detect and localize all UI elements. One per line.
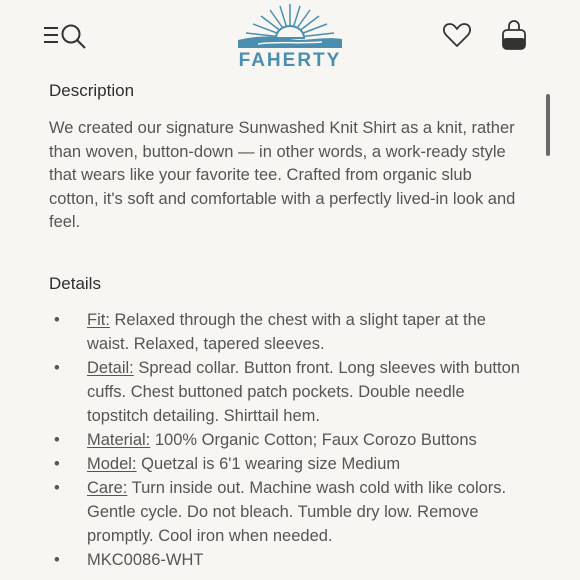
detail-item-material: • Material: 100% Organic Cotton; Faux Cor…	[49, 428, 529, 452]
bullet-icon: •	[54, 311, 60, 329]
menu-search-button[interactable]	[42, 22, 90, 50]
detail-item-detail: • Detail: Spread collar. Button front. Lo…	[49, 356, 529, 428]
description-heading: Description	[49, 81, 135, 100]
menu-icon[interactable]	[44, 27, 58, 43]
detail-label: Model:	[87, 455, 137, 473]
detail-item-model: • Model: Quetzal is 6'1 wearing size Medi…	[49, 452, 529, 476]
brand-name: FAHERTY	[238, 50, 342, 71]
detail-text: Relaxed through the chest with a slight …	[87, 311, 486, 353]
heart-icon[interactable]	[442, 20, 472, 50]
details-list: • Fit: Relaxed through the chest with a s…	[49, 308, 529, 572]
bullet-icon: •	[54, 479, 60, 497]
detail-item-sku: • MKC0086-WHT	[49, 548, 529, 572]
detail-label: Fit:	[87, 311, 110, 329]
detail-item-fit: • Fit: Relaxed through the chest with a s…	[49, 308, 529, 356]
detail-text: Quetzal is 6'1 wearing size Medium	[136, 455, 401, 473]
detail-label: Care:	[87, 479, 128, 497]
bullet-icon: •	[54, 431, 60, 449]
detail-label: Material:	[87, 431, 151, 449]
detail-text: Spread collar. Button front. Long sleeve…	[87, 359, 520, 425]
brand-logo[interactable]: FAHERTY	[236, 2, 344, 72]
details-heading: Details	[49, 274, 101, 293]
bullet-icon: •	[54, 359, 60, 377]
detail-text: Turn inside out. Machine wash cold with …	[87, 479, 507, 545]
sun-icon	[238, 4, 342, 48]
detail-label: Detail:	[87, 359, 134, 377]
bullet-icon: •	[54, 455, 60, 473]
bullet-icon: •	[54, 551, 60, 569]
detail-text: 100% Organic Cotton; Faux Corozo Buttons	[150, 431, 477, 449]
detail-text: MKC0086-WHT	[87, 551, 204, 569]
scrollbar-thumb[interactable]	[546, 94, 550, 156]
detail-item-care: • Care: Turn inside out. Machine wash col…	[49, 476, 529, 548]
header: FAHERTY	[0, 0, 580, 76]
bag-icon[interactable]	[500, 18, 528, 52]
search-icon[interactable]	[61, 24, 86, 49]
description-text: We created our signature Sunwashed Knit …	[49, 119, 516, 231]
